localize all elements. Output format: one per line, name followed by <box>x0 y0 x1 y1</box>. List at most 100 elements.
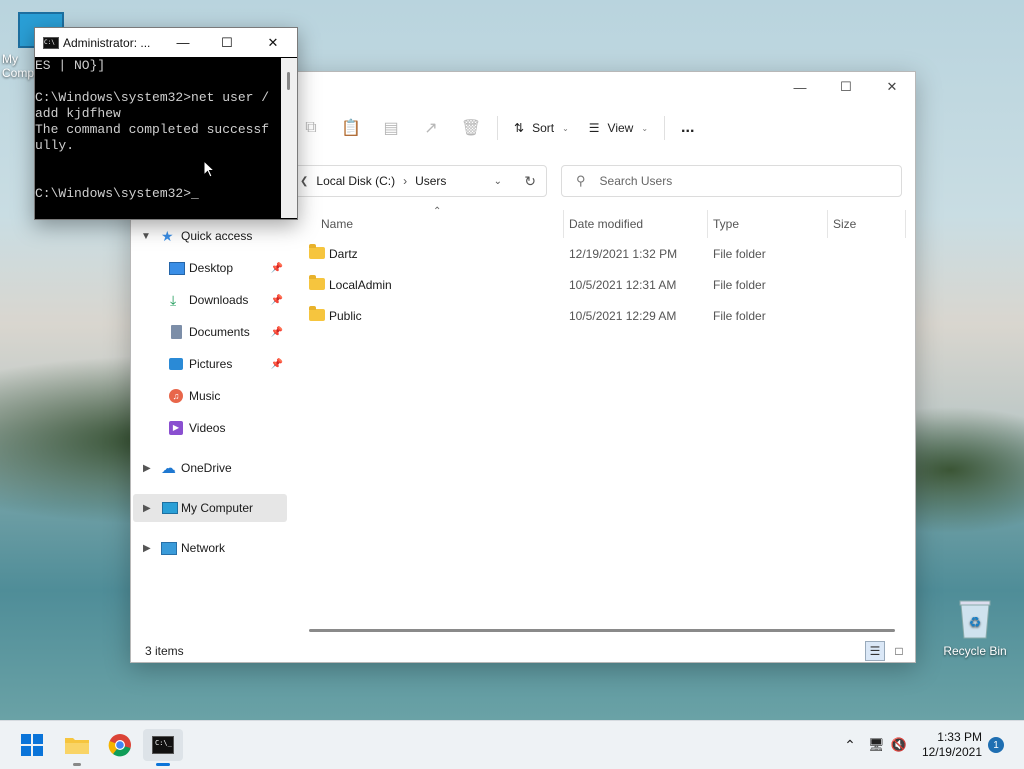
column-divider[interactable] <box>563 210 564 238</box>
desktop-icon-recycle-bin[interactable]: ♻ Recycle Bin <box>940 598 1010 658</box>
svg-text:♻: ♻ <box>969 615 982 631</box>
chrome-icon <box>108 734 131 757</box>
windows-logo-icon <box>21 734 43 756</box>
file-date: 10/5/2021 12:29 AM <box>569 309 677 323</box>
folder-icon <box>309 275 325 290</box>
minimize-button[interactable]: — <box>777 72 823 102</box>
recycle-bin-icon: ♻ <box>958 598 992 640</box>
view-icon: ☰ <box>588 121 600 135</box>
chevron-right-icon: ❮ <box>300 175 309 187</box>
rename-icon[interactable]: ▤ <box>371 112 411 144</box>
refresh-icon[interactable]: ↻ <box>524 173 536 190</box>
close-button[interactable]: ✕ <box>869 72 915 102</box>
nav-item-pictures[interactable]: Pictures 📌 <box>131 350 287 378</box>
search-box[interactable]: ⚲ Search Users <box>561 165 902 197</box>
column-divider[interactable] <box>707 210 708 238</box>
sort-label: Sort <box>532 121 555 135</box>
table-row[interactable]: Dartz 12/19/2021 1:32 PM File folder <box>301 240 901 268</box>
close-button[interactable]: ✕ <box>251 28 295 57</box>
document-icon <box>171 325 182 339</box>
pin-icon[interactable]: 📌 <box>271 327 283 338</box>
sort-icon: ⇅ <box>514 121 525 135</box>
maximize-button[interactable]: ☐ <box>823 72 869 102</box>
file-name: Dartz <box>329 247 358 261</box>
cmd-app-icon: C:\ <box>43 37 59 49</box>
table-row[interactable]: LocalAdmin 10/5/2021 12:31 AM File folde… <box>301 271 901 299</box>
breadcrumb-local-disk[interactable]: Local Disk (C:) <box>316 174 395 188</box>
taskbar-file-explorer[interactable] <box>57 729 97 766</box>
nav-label: Videos <box>189 421 226 435</box>
column-divider[interactable] <box>905 210 906 238</box>
nav-item-network[interactable]: ▶ Network <box>131 534 287 562</box>
folder-icon <box>309 306 325 321</box>
nav-quick-access[interactable]: ▼ ★ Quick access <box>131 222 287 250</box>
pin-icon[interactable]: 📌 <box>271 359 283 370</box>
clock-date: 12/19/2021 <box>921 745 982 759</box>
pin-icon[interactable]: 📌 <box>271 263 283 274</box>
file-type: File folder <box>713 247 766 261</box>
chevron-up-icon[interactable]: ⌃ <box>840 737 860 754</box>
view-label: View <box>607 121 634 135</box>
address-bar[interactable]: ❮ Local Disk (C:) › Users ⌄ ↻ <box>291 165 547 197</box>
toolbar-divider <box>664 116 666 140</box>
nav-label: Downloads <box>189 293 249 307</box>
maximize-button[interactable]: ☐ <box>205 28 249 57</box>
console-line: add kjdfhew <box>35 106 121 121</box>
nav-label: Documents <box>189 325 250 339</box>
view-button[interactable]: ☰ View ⌄ <box>579 112 658 144</box>
chevron-right-icon[interactable]: ▶ <box>143 543 151 554</box>
toolbar-divider <box>497 116 498 140</box>
status-item-count: 3 items <box>145 644 184 658</box>
nav-item-desktop[interactable]: Desktop 📌 <box>131 254 287 282</box>
horizontal-scrollbar[interactable] <box>309 629 895 632</box>
nav-label: Quick access <box>181 229 253 243</box>
network-icon[interactable]: 🖥 <box>868 737 885 753</box>
delete-icon[interactable]: 🗑 <box>451 112 491 144</box>
scroll-thumb[interactable] <box>287 72 290 90</box>
volume-muted-icon[interactable]: 🔇 <box>891 737 907 753</box>
clock[interactable]: 1:33 PM 12/19/2021 <box>922 730 982 760</box>
nav-item-downloads[interactable]: ⤓ Downloads 📌 <box>131 286 287 314</box>
details-view-icon[interactable]: ☰ <box>865 641 885 661</box>
column-header-type[interactable]: Type <box>713 212 739 236</box>
cmd-console-output[interactable]: ES | NO}] C:\Windows\system32>net user / a… <box>35 58 279 218</box>
console-line: C:\Windows\system32>net user / <box>35 90 270 105</box>
search-input[interactable]: Search Users <box>600 174 673 188</box>
column-header-date[interactable]: Date modified <box>569 212 643 236</box>
nav-item-documents[interactable]: Documents 📌 <box>131 318 287 346</box>
pin-icon[interactable]: 📌 <box>271 295 283 306</box>
paste-icon[interactable]: 📋 <box>331 112 371 144</box>
chevron-right-icon[interactable]: ▶ <box>143 463 151 474</box>
taskbar-chrome[interactable] <box>100 729 140 761</box>
tiles-view-icon[interactable]: □ <box>889 641 909 661</box>
nav-item-videos[interactable]: ▶ Videos <box>131 414 287 442</box>
nav-label: Music <box>189 389 221 403</box>
search-icon: ⚲ <box>576 173 586 188</box>
table-row[interactable]: Public 10/5/2021 12:29 AM File folder <box>301 302 901 330</box>
column-divider[interactable] <box>827 210 828 238</box>
notification-badge[interactable]: 1 <box>988 737 1004 753</box>
cmd-scrollbar[interactable] <box>281 58 297 218</box>
file-name: Public <box>329 309 362 323</box>
chevron-down-icon[interactable]: ▼ <box>141 231 151 242</box>
nav-item-onedrive[interactable]: ▶ ☁ OneDrive <box>131 454 287 482</box>
address-dropdown-icon[interactable]: ⌄ <box>494 176 502 187</box>
column-header-size[interactable]: Size <box>833 212 856 236</box>
taskbar-command-prompt[interactable]: C:\_ <box>143 729 183 766</box>
nav-item-music[interactable]: ♫ Music <box>131 382 287 410</box>
more-options-button[interactable]: ... <box>671 112 704 144</box>
sort-button[interactable]: ⇅ Sort ⌄ <box>504 112 579 144</box>
column-header-name[interactable]: Name <box>321 212 353 236</box>
star-icon: ★ <box>161 227 174 244</box>
chevron-right-icon[interactable]: ▶ <box>143 503 151 514</box>
sort-arrow-icon: ⌃ <box>433 206 442 217</box>
nav-label: Network <box>181 541 226 555</box>
share-icon[interactable]: ↗ <box>411 112 451 144</box>
minimize-button[interactable]: — <box>161 28 205 57</box>
breadcrumb-users[interactable]: Users <box>415 174 446 188</box>
console-line: The command completed successf <box>35 122 270 137</box>
nav-item-my-computer[interactable]: ▶ My Computer <box>133 494 287 522</box>
start-button[interactable] <box>12 729 52 761</box>
cmd-titlebar[interactable]: C:\ Administrator: ... — ☐ ✕ <box>35 28 297 57</box>
